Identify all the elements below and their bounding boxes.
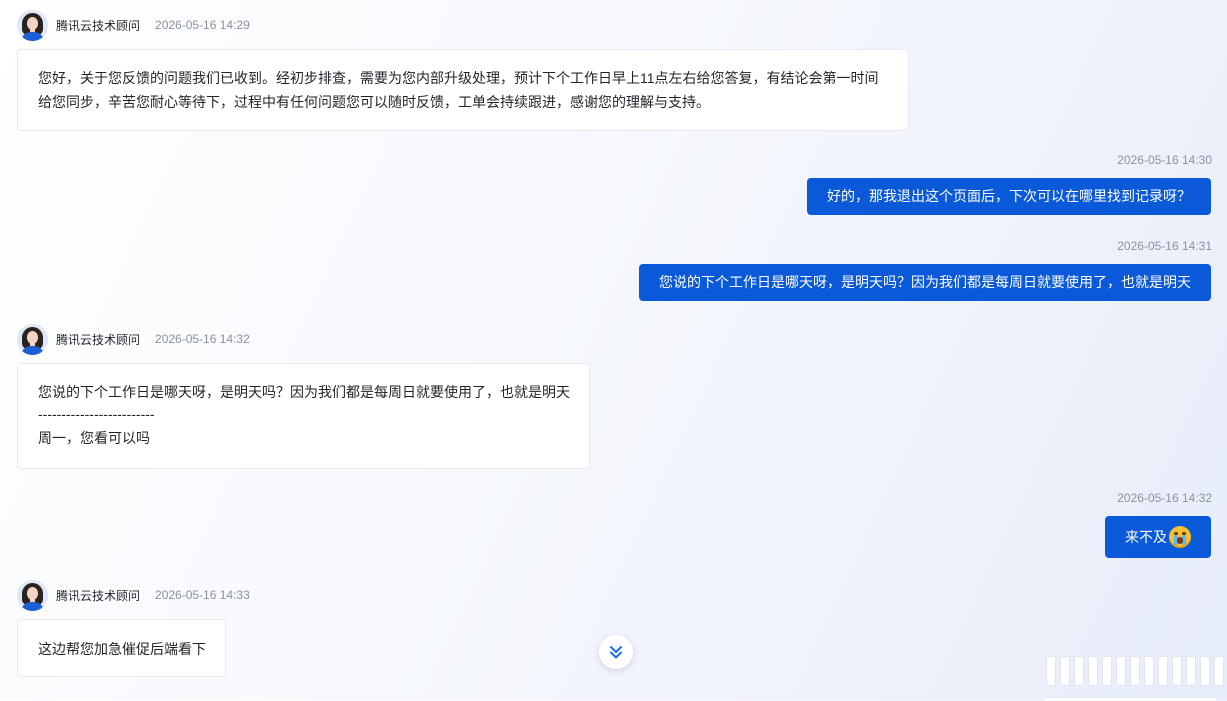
message-timestamp: 2026-05-16 14:29 <box>155 18 250 32</box>
message-timestamp: 2026-05-16 14:32 <box>155 332 250 346</box>
agent-avatar[interactable] <box>17 579 48 611</box>
agent-avatar[interactable] <box>17 9 48 41</box>
message-timestamp: 2026-05-16 14:33 <box>155 588 250 602</box>
message-text: 您说的下个工作日是哪天呀，是明天吗？因为我们都是每周日就要使用了，也就是明天 <box>659 274 1191 290</box>
message-text-line: 这边帮您加急催促后端看下 <box>38 641 206 657</box>
agent-avatar[interactable] <box>17 323 48 355</box>
message-divider-text: ------------------------- <box>38 406 155 422</box>
user-message-bubble: 好的，那我退出这个页面后，下次可以在哪里找到记录呀？ <box>807 178 1211 215</box>
message-text: 好的，那我退出这个页面后，下次可以在哪里找到记录呀？ <box>827 188 1191 204</box>
agent-message-bubble: 您好，关于您反馈的问题我们已收到。经初步排查，需要为您内部升级处理，预计下个工作… <box>17 49 909 131</box>
double-chevron-down-icon <box>610 646 622 659</box>
user-message-bubble: 您说的下个工作日是哪天呀，是明天吗？因为我们都是每周日就要使用了，也就是明天 <box>639 264 1211 301</box>
agent-name: 腾讯云技术顾问 <box>56 18 141 33</box>
chat-window: 腾讯云技术顾问 2026-05-16 14:29 您好，关于您反馈的问题我们已收… <box>0 0 1227 701</box>
agent-header: 腾讯云技术顾问 2026-05-16 14:32 <box>17 323 250 355</box>
background-decoration <box>1046 656 1227 686</box>
agent-message-bubble: 这边帮您加急催促后端看下 <box>17 619 226 677</box>
message-text-line: 您好，关于您反馈的问题我们已收到。经初步排查，需要为您内部升级处理，预计下个工作… <box>38 70 879 86</box>
agent-name: 腾讯云技术顾问 <box>56 332 141 347</box>
message-timestamp: 2026-05-16 14:31 <box>1117 239 1212 253</box>
scroll-to-bottom-button[interactable] <box>599 635 633 669</box>
agent-name: 腾讯云技术顾问 <box>56 588 141 603</box>
user-message-bubble: 来不及 <box>1105 516 1211 558</box>
message-timestamp: 2026-05-16 14:32 <box>1117 491 1212 505</box>
message-text-line: 给您同步，辛苦您耐心等待下，过程中有任何问题您可以随时反馈，工单会持续跟进，感谢… <box>38 94 710 110</box>
message-text-line: 周一，您看可以吗 <box>38 430 150 446</box>
agent-header: 腾讯云技术顾问 2026-05-16 14:33 <box>17 579 250 611</box>
message-timestamp: 2026-05-16 14:30 <box>1117 153 1212 167</box>
background-decoration <box>1046 697 1216 701</box>
crying-face-emoji <box>1169 526 1191 548</box>
agent-message-bubble: 您说的下个工作日是哪天呀，是明天吗？因为我们都是每周日就要使用了，也就是明天 -… <box>17 363 590 469</box>
agent-header: 腾讯云技术顾问 2026-05-16 14:29 <box>17 9 250 41</box>
message-text-line: 您说的下个工作日是哪天呀，是明天吗？因为我们都是每周日就要使用了，也就是明天 <box>38 384 570 400</box>
message-text: 来不及 <box>1125 529 1167 545</box>
